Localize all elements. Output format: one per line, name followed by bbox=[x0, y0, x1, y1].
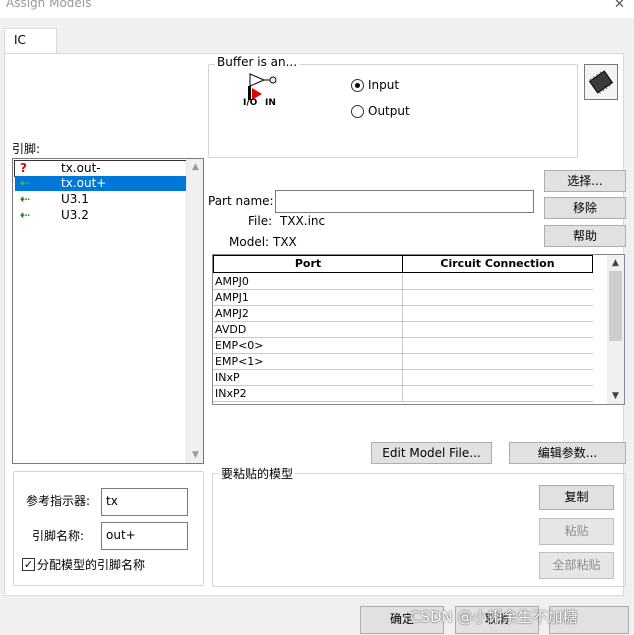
pin-name: tx.out- bbox=[61, 161, 101, 175]
scroll-down-icon[interactable]: ▼ bbox=[187, 448, 204, 462]
paste-all-button[interactable]: 全部粘贴 bbox=[539, 552, 614, 579]
port-table[interactable]: Port Circuit Connection AMPJ0 AMPJ1 AMPJ… bbox=[212, 254, 625, 405]
scroll-thumb[interactable] bbox=[609, 271, 622, 341]
table-row[interactable]: AMPJ2 bbox=[213, 306, 593, 322]
file-label: File: bbox=[248, 214, 273, 228]
column-header-connection[interactable]: Circuit Connection bbox=[402, 255, 593, 273]
list-item[interactable]: ⇠ U3.1 bbox=[15, 192, 186, 207]
table-row[interactable]: INxP2 bbox=[213, 386, 593, 402]
title-bar: Assign Models ✕ bbox=[0, 0, 634, 18]
watermark-text: CSDN @小蝌余生不加糖 bbox=[410, 608, 578, 626]
pins-listbox[interactable]: ? tx.out- ⇠ tx.out+ ⇠ U3.1 ⇠ U3.2 ▲ ▼ bbox=[12, 158, 204, 464]
ic-chip-icon bbox=[584, 64, 618, 100]
pin-name: tx.out+ bbox=[61, 176, 107, 190]
port-cell: EMP<1> bbox=[215, 355, 264, 368]
buffer-io-label: I/O bbox=[243, 98, 258, 108]
window-title: Assign Models bbox=[6, 0, 92, 10]
table-scrollbar[interactable]: ▲ ▼ bbox=[607, 255, 624, 404]
paste-group-label: 要粘贴的模型 bbox=[219, 465, 296, 482]
list-item[interactable]: ⇠ tx.out+ bbox=[15, 176, 186, 191]
edit-model-file-button[interactable]: Edit Model File... bbox=[371, 442, 492, 464]
pin-name: U3.1 bbox=[61, 192, 89, 206]
radio-input[interactable]: Input bbox=[351, 78, 431, 94]
tab-ic[interactable]: IC bbox=[4, 28, 57, 54]
table-row[interactable]: AMPJ1 bbox=[213, 290, 593, 306]
close-icon[interactable]: ✕ bbox=[614, 0, 625, 12]
table-row[interactable]: INxP bbox=[213, 370, 593, 386]
question-icon: ? bbox=[20, 161, 27, 175]
model-value: TXX bbox=[273, 235, 297, 249]
pin-name: U3.2 bbox=[61, 208, 89, 222]
port-cell: INxP2 bbox=[215, 387, 247, 400]
buffer-group-label: Buffer is an... bbox=[215, 55, 300, 69]
scroll-up-icon[interactable]: ▲ bbox=[187, 160, 204, 174]
file-value: TXX.inc bbox=[280, 214, 326, 228]
pinname-input[interactable]: out+ bbox=[101, 522, 188, 550]
radio-checked-dot bbox=[355, 83, 360, 88]
scroll-down-icon[interactable]: ▼ bbox=[607, 389, 624, 403]
radio-output[interactable]: Output bbox=[351, 104, 431, 120]
assign-pin-names-checkbox[interactable]: ✓ bbox=[22, 558, 35, 571]
pinname-label: 引脚名称: bbox=[32, 529, 85, 543]
pins-scrollbar[interactable]: ▲ ▼ bbox=[186, 159, 203, 463]
model-label: Model: bbox=[229, 235, 270, 249]
help-button[interactable]: 帮助 bbox=[544, 225, 626, 247]
arrow-left-icon: ⇠ bbox=[20, 192, 31, 206]
arrow-left-icon: ⇠ bbox=[20, 208, 31, 222]
port-cell: AMPJ0 bbox=[215, 275, 249, 288]
table-row[interactable]: EMP<1> bbox=[213, 354, 593, 370]
table-row[interactable]: AVDD bbox=[213, 322, 593, 338]
scroll-up-icon[interactable]: ▲ bbox=[607, 256, 624, 270]
paste-button[interactable]: 粘贴 bbox=[539, 518, 614, 545]
list-item[interactable]: ? tx.out- bbox=[14, 160, 187, 177]
part-name-label: Part name: bbox=[208, 194, 274, 208]
table-row[interactable]: EMP<0> bbox=[213, 338, 593, 354]
select-button[interactable]: 选择... bbox=[544, 170, 626, 192]
table-row[interactable]: AMPJ0 bbox=[213, 274, 593, 290]
part-name-input[interactable] bbox=[275, 190, 534, 213]
buffer-in-label: IN bbox=[265, 98, 276, 108]
assign-pin-names-label: 分配模型的引脚名称 bbox=[37, 558, 146, 572]
port-cell: AMPJ2 bbox=[215, 307, 249, 320]
column-header-port[interactable]: Port bbox=[213, 255, 403, 273]
port-cell: EMP<0> bbox=[215, 339, 264, 352]
port-cell: AVDD bbox=[215, 323, 247, 336]
list-item[interactable]: ⇠ U3.2 bbox=[15, 208, 186, 223]
radio-output-label: Output bbox=[368, 104, 410, 118]
refdes-input[interactable]: tx bbox=[101, 488, 188, 516]
port-cell: INxP bbox=[215, 371, 240, 384]
radio-input-label: Input bbox=[368, 78, 400, 92]
pins-label: 引脚: bbox=[12, 142, 41, 156]
port-cell: AMPJ1 bbox=[215, 291, 249, 304]
refdes-label: 参考指示器: bbox=[26, 494, 91, 508]
remove-button[interactable]: 移除 bbox=[544, 197, 626, 219]
radio-circle[interactable] bbox=[351, 105, 364, 118]
edit-params-button[interactable]: 编辑参数... bbox=[509, 442, 626, 464]
radio-circle[interactable] bbox=[351, 79, 364, 92]
arrow-left-icon: ⇠ bbox=[20, 176, 31, 190]
copy-button[interactable]: 复制 bbox=[539, 485, 614, 510]
